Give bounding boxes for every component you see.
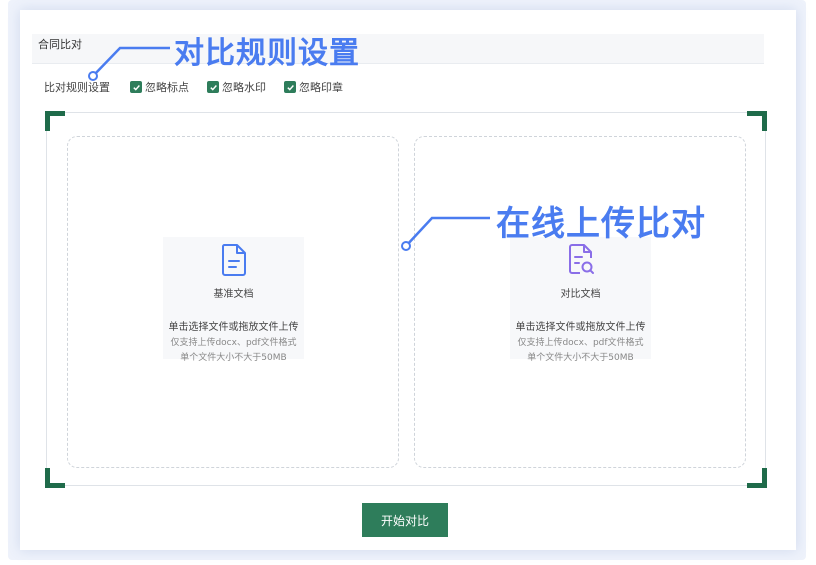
checkbox-checked-icon[interactable] — [284, 81, 296, 93]
base-document-dropzone[interactable]: 基准文档 单击选择文件或拖放文件上传 仅支持上传docx、pdf文件格式 单个文… — [67, 136, 399, 468]
panel-title-text: 合同比对 — [38, 38, 82, 51]
ignore-seal-checkbox[interactable]: 忽略印章 — [284, 79, 343, 95]
upload-hint: 单击选择文件或拖放文件上传 — [168, 322, 299, 333]
start-compare-button[interactable]: 开始对比 — [362, 503, 448, 537]
format-note: 仅支持上传docx、pdf文件格式 — [170, 338, 297, 348]
compare-document-label: 对比文档 — [560, 289, 601, 300]
callout-upload-text: 在线上传比对 — [496, 204, 706, 244]
panel-title: 合同比对 — [32, 34, 764, 64]
format-note: 仅支持上传docx、pdf文件格式 — [517, 338, 644, 348]
rules-label: 比对规则设置 — [44, 81, 110, 94]
document-icon — [221, 244, 246, 276]
ignore-punctuation-label: 忽略标点 — [145, 81, 189, 94]
ignore-watermark-label: 忽略水印 — [222, 81, 266, 94]
size-note: 单个文件大小不大于50MB — [527, 353, 634, 363]
ignore-punctuation-checkbox[interactable]: 忽略标点 — [130, 79, 189, 95]
size-note: 单个文件大小不大于50MB — [180, 353, 287, 363]
corner-marker — [747, 468, 767, 488]
compare-document-dropzone[interactable]: 对比文档 单击选择文件或拖放文件上传 仅支持上传docx、pdf文件格式 单个文… — [414, 136, 746, 468]
document-search-icon — [568, 244, 594, 274]
upload-hint: 单击选择文件或拖放文件上传 — [515, 322, 646, 333]
callout-rules-text: 对比规则设置 — [174, 36, 360, 71]
ignore-seal-label: 忽略印章 — [299, 81, 343, 94]
rules-settings: 比对规则设置 忽略标点 忽略水印 忽略印章 — [44, 78, 361, 96]
corner-marker — [45, 468, 65, 488]
base-upload-box[interactable]: 基准文档 单击选择文件或拖放文件上传 仅支持上传docx、pdf文件格式 单个文… — [163, 237, 304, 363]
compare-upload-box[interactable]: 对比文档 单击选择文件或拖放文件上传 仅支持上传docx、pdf文件格式 单个文… — [510, 237, 651, 363]
checkbox-checked-icon[interactable] — [130, 81, 142, 93]
base-document-label: 基准文档 — [213, 289, 254, 300]
ignore-watermark-checkbox[interactable]: 忽略水印 — [207, 79, 266, 95]
checkbox-checked-icon[interactable] — [207, 81, 219, 93]
corner-marker — [747, 111, 767, 131]
corner-marker — [45, 111, 65, 131]
